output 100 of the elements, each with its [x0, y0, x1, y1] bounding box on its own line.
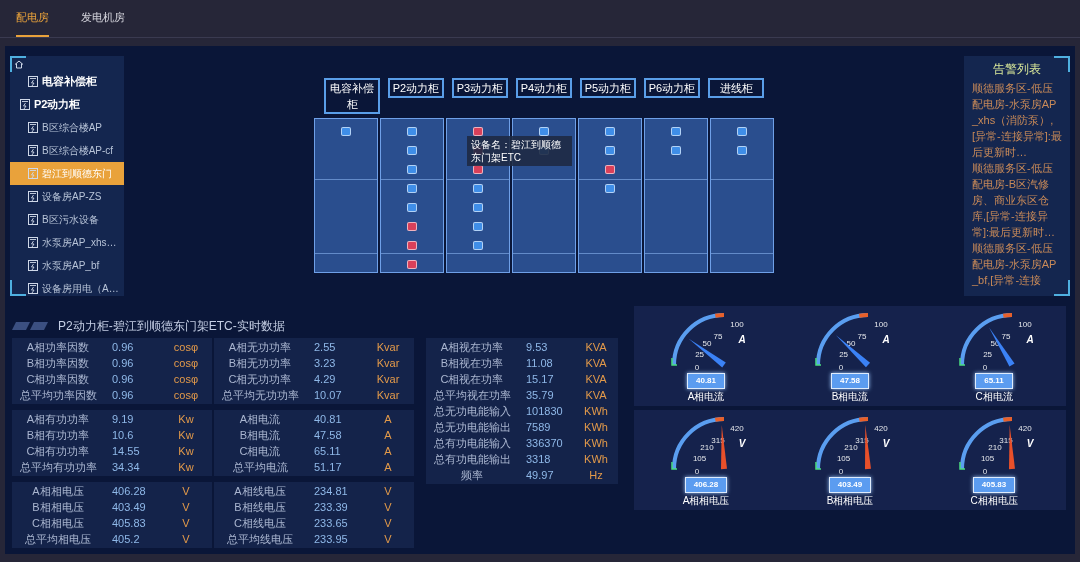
metric-unit: cosφ — [172, 339, 200, 355]
metric-unit: KWh — [583, 403, 609, 419]
tick-label: 25 — [695, 350, 705, 359]
unit-label: A — [882, 334, 890, 345]
tree-item[interactable]: 水泵房AP_xhs… — [10, 231, 124, 254]
metric-value: 9.19 — [111, 411, 135, 427]
metric-label: 总平均相电压 — [24, 531, 92, 547]
tick-label: 0 — [982, 467, 988, 475]
cabinet-label[interactable]: P2动力柜 — [388, 78, 444, 98]
gauge-scale — [815, 417, 869, 470]
metric-value: 405.83 — [111, 515, 147, 531]
metric-label: C相电流 — [238, 443, 282, 459]
metric-value: 3318 — [525, 451, 552, 467]
tick-label: 210 — [844, 442, 858, 452]
tick-label: 25 — [983, 350, 993, 359]
metric-value: 10.07 — [313, 387, 343, 403]
cabinet-label[interactable]: P3动力柜 — [452, 78, 508, 98]
gauge-scale — [671, 417, 725, 470]
metric-value: 49.97 — [525, 467, 555, 483]
metric-unit: KVA — [584, 387, 608, 403]
metric-unit: Hz — [588, 467, 604, 483]
gauge-scale — [815, 313, 869, 366]
tree-item[interactable]: 电容补偿柜 — [10, 70, 124, 93]
metric-value: 15.17 — [525, 371, 555, 387]
metric-label: 总平均电流 — [231, 459, 289, 475]
tick-label: 0 — [694, 467, 700, 475]
metric-label: B相功率因数 — [25, 355, 91, 371]
metric-label: C相相电压 — [31, 515, 85, 531]
metric-unit: Kw — [177, 427, 195, 443]
tick-label: 75 — [1001, 331, 1011, 341]
metric-unit: Kvar — [375, 387, 401, 403]
cabinet-icon — [20, 99, 30, 110]
metric-value: 65.11 — [313, 443, 342, 459]
metric-value: 405.2 — [111, 531, 141, 547]
tick-label: 0 — [982, 363, 988, 371]
gauge-scale — [671, 313, 725, 366]
gauge-value: 405.83 — [972, 477, 1016, 493]
metric-label: A相视在功率 — [439, 339, 505, 355]
tree-item[interactable]: P2动力柜 — [10, 93, 124, 116]
alarm-entry[interactable]: 顺德服务区-低压配电房-水泵房AP_xhs（消防泵）,[异常-连接异常]:最后更新时… — [972, 80, 1062, 160]
unit-label: V — [1026, 438, 1034, 449]
metric-label: A相线电压 — [233, 483, 287, 499]
alarm-entry[interactable]: 顺德服务区-低压配电房-水泵房AP_bf,[异常-连接 — [972, 240, 1062, 288]
metric-value: 3.23 — [313, 355, 337, 371]
tick-label: 0 — [838, 467, 844, 475]
metric-value: 10.6 — [111, 427, 135, 443]
gauge-label: B相相电压 — [826, 494, 874, 507]
tree-item[interactable]: 设备房用电（A… — [10, 277, 124, 300]
corner-bracket — [1054, 56, 1070, 72]
tick-label: 420 — [874, 424, 888, 433]
metric-label: C相视在功率 — [439, 371, 505, 387]
metric-label: 总平均有功功率 — [18, 459, 98, 475]
cabinet-icon — [28, 283, 38, 294]
metric-value: 234.81 — [313, 483, 349, 499]
metric-value: 0.96 — [111, 355, 135, 371]
tick-label: 50 — [846, 338, 856, 348]
unit-label: A — [1026, 334, 1034, 345]
metric-label: B相视在功率 — [439, 355, 505, 371]
tab[interactable]: 配电房 — [16, 0, 49, 37]
cabinet-label[interactable]: P5动力柜 — [580, 78, 636, 98]
metric-label: B相线电压 — [233, 499, 287, 515]
cabinet-label[interactable]: P6动力柜 — [644, 78, 700, 98]
metric-value: 233.95 — [313, 531, 349, 547]
metric-value: 51.17 — [313, 459, 343, 475]
tree-item[interactable]: 水泵房AP_bf — [10, 254, 124, 277]
metric-unit: Kvar — [375, 371, 401, 387]
metric-value: 0.96 — [111, 339, 135, 355]
metric-value: 406.28 — [111, 483, 147, 499]
cabinet-label[interactable]: P4动力柜 — [516, 78, 572, 98]
tree-item[interactable]: B区综合楼AP-cf — [10, 139, 124, 162]
metric-label: 总无功电能输入 — [432, 403, 512, 419]
device-tooltip: 设备名：碧江到顺德东门架ETC — [467, 136, 572, 166]
cabinet-icon — [28, 145, 38, 156]
metric-unit: KVA — [584, 355, 608, 371]
tree-item[interactable]: B区综合楼AP — [10, 116, 124, 139]
gauge-scale — [959, 313, 1013, 366]
tick-label: 100 — [1018, 320, 1032, 329]
tick-label: 420 — [730, 424, 744, 433]
tick-label: 100 — [874, 320, 888, 329]
metric-unit: A — [383, 459, 393, 475]
metric-unit: Kw — [177, 411, 195, 427]
tree-item[interactable]: B区污水设备 — [10, 208, 124, 231]
metric-value: 35.79 — [525, 387, 555, 403]
cabinet-label[interactable]: 电容补偿柜 — [324, 78, 380, 114]
metric-label: 频率 — [460, 467, 484, 483]
alarm-entry[interactable]: 顺德服务区-低压配电房-B区汽修房、商业东区仓库,[异常-连接异常]:最后更新时… — [972, 160, 1062, 240]
cabinet-label[interactable]: 进线柜 — [708, 78, 764, 98]
metric-label: A相有功功率 — [25, 411, 91, 427]
metric-value: 233.39 — [313, 499, 349, 515]
metric-label: A相功率因数 — [25, 339, 91, 355]
cabinet-icon — [28, 237, 38, 248]
metric-value: 0.96 — [111, 371, 135, 387]
tab[interactable]: 发电机房 — [81, 0, 125, 37]
gauge-label: C相相电压 — [970, 494, 1018, 507]
metric-unit: KVA — [584, 371, 608, 387]
corner-bracket — [1054, 280, 1070, 296]
tree-item[interactable]: 设备房AP-ZS — [10, 185, 124, 208]
tick-label: 105 — [980, 454, 995, 463]
metric-label: C相功率因数 — [25, 371, 91, 387]
cabinet-icon — [28, 122, 38, 133]
